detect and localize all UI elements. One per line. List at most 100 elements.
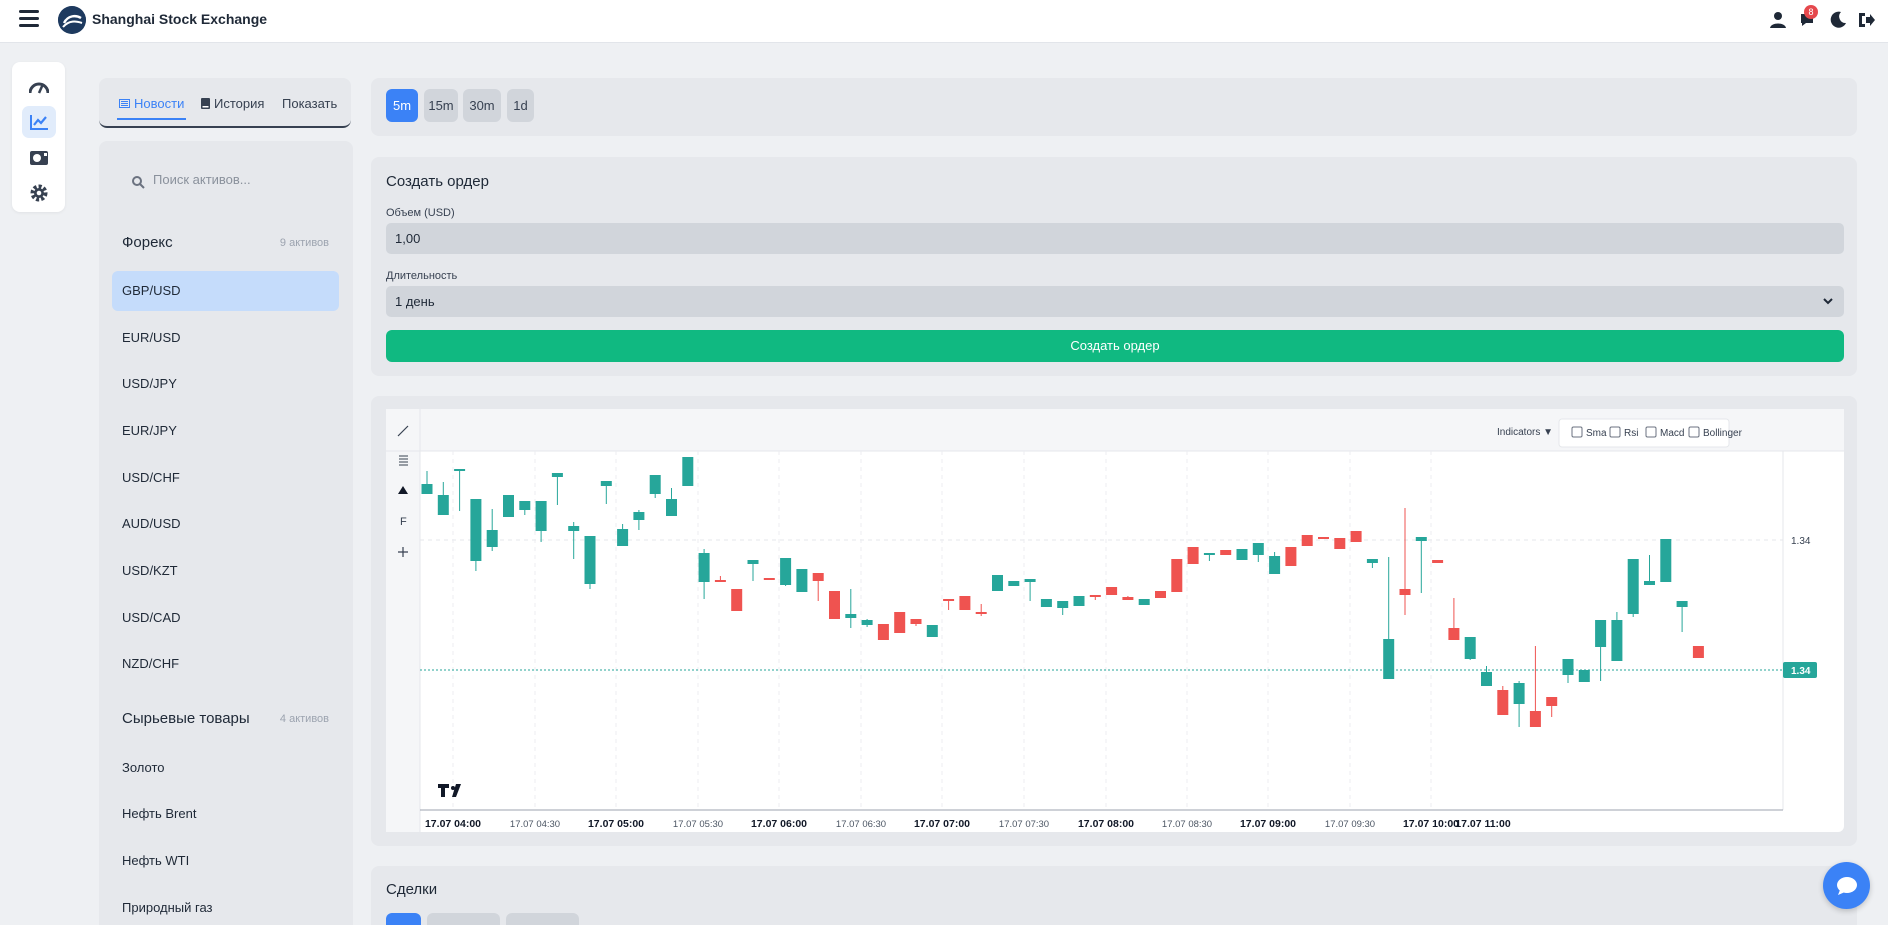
candle	[1171, 559, 1183, 592]
x-axis-label: 17.07 04:00	[425, 818, 481, 830]
candle	[1057, 601, 1069, 615]
candle	[470, 499, 482, 571]
candle	[454, 469, 466, 511]
indicators-dropdown[interactable]: Indicators ▼	[1497, 427, 1553, 438]
deals-title: Сделки	[386, 881, 438, 898]
candle	[666, 488, 677, 516]
x-axis-label: 17.07 08:30	[1162, 819, 1212, 830]
candle	[1089, 595, 1101, 600]
rail-settings[interactable]	[22, 177, 56, 209]
asset-usd-kzt[interactable]: USD/KZT	[112, 551, 339, 591]
asset-usd-cad[interactable]: USD/CAD	[112, 598, 339, 638]
candle	[617, 524, 629, 546]
x-axis-label: 17.07 08:00	[1078, 818, 1134, 830]
asset-aud-usd[interactable]: AUD/USD	[112, 504, 339, 544]
rail-chart[interactable]	[22, 106, 56, 138]
tab-show[interactable]: Показать	[282, 96, 337, 111]
asset-usd-chf[interactable]: USD/CHF	[112, 458, 339, 498]
candle	[584, 536, 596, 589]
deals-section: Сделки	[371, 866, 1857, 925]
candle	[861, 619, 873, 627]
deals-tab-1[interactable]	[386, 913, 421, 925]
candle	[1024, 579, 1036, 601]
fib-icon[interactable]: F	[400, 516, 407, 528]
candle	[1415, 537, 1427, 593]
candle	[568, 522, 580, 559]
candle	[1269, 552, 1281, 574]
menu-icon[interactable]	[19, 10, 39, 28]
asset-natural-gas[interactable]: Природный газ	[112, 888, 339, 925]
asset-usd-jpy[interactable]: USD/JPY	[112, 364, 339, 404]
candle	[1497, 686, 1509, 715]
active-tab-indicator	[117, 118, 186, 120]
candle	[1285, 547, 1297, 566]
candle	[600, 481, 612, 504]
deals-tab-3[interactable]	[506, 913, 579, 925]
search-input[interactable]	[153, 172, 323, 187]
candle	[926, 625, 938, 637]
asset-gold[interactable]: Золото	[112, 748, 339, 788]
timeframe-15m[interactable]: 15m	[424, 89, 458, 122]
logout-icon[interactable]	[1856, 10, 1876, 30]
user-icon[interactable]	[1768, 10, 1788, 30]
candle	[812, 573, 824, 601]
gear-icon	[30, 184, 48, 202]
newspaper-icon	[119, 99, 130, 108]
candle	[535, 501, 547, 542]
candle	[1187, 547, 1199, 564]
x-axis-label: 17.07 06:00	[751, 818, 807, 830]
timeframe-5m[interactable]: 5m	[386, 89, 418, 122]
candle	[1138, 599, 1150, 605]
tab-news[interactable]: Новости	[119, 96, 184, 111]
create-order-button[interactable]: Создать ордер	[386, 330, 1844, 362]
candle	[421, 471, 433, 494]
tab-history[interactable]: История	[201, 96, 264, 111]
asset-brent[interactable]: Нефть Brent	[112, 794, 339, 834]
svg-text:F: F	[400, 516, 407, 528]
deals-tab-2[interactable]	[427, 913, 500, 925]
candle	[1155, 591, 1166, 598]
rail-media[interactable]	[22, 142, 56, 174]
chat-button[interactable]	[1823, 862, 1870, 909]
volume-input[interactable]: 1,00	[386, 223, 1844, 254]
group-title-forex: Форекс	[122, 234, 173, 251]
x-axis-label: 17.07 06:30	[836, 819, 886, 830]
asset-eur-jpy[interactable]: EUR/JPY	[112, 411, 339, 451]
candle	[877, 624, 889, 640]
candle	[1448, 598, 1460, 640]
candle	[1399, 508, 1411, 615]
candle	[519, 501, 531, 515]
indicators-menu[interactable]: Indicators ▼	[1497, 427, 1553, 438]
order-title: Создать ордер	[386, 173, 489, 190]
last-price-label: 1.34	[1791, 666, 1811, 677]
candle	[1252, 543, 1264, 562]
asset-wti[interactable]: Нефть WTI	[112, 841, 339, 881]
candle	[649, 475, 661, 498]
candle	[1627, 559, 1639, 617]
asset-gbp-usd[interactable]: GBP/USD	[112, 271, 339, 311]
dashboard-icon	[29, 82, 49, 94]
order-form: Создать ордер Объем (USD) 1,00 Длительно…	[371, 157, 1857, 376]
indicator-macd[interactable]: Macd	[1645, 426, 1684, 439]
indicator-label: Bollinger	[1703, 428, 1743, 439]
candle	[747, 560, 759, 581]
candle	[1106, 587, 1118, 595]
rail-dashboard[interactable]	[22, 71, 56, 103]
timeframe-bar: 5m 15m 30m 1d	[371, 78, 1857, 136]
duration-select[interactable]: 1 день	[386, 286, 1844, 317]
group-title-commodities: Сырьевые товары	[122, 710, 250, 727]
indicator-bollinger[interactable]: Bollinger	[1688, 426, 1743, 439]
asset-eur-usd[interactable]: EUR/USD	[112, 318, 339, 358]
candle	[1236, 549, 1248, 560]
asset-nzd-chf[interactable]: NZD/CHF	[112, 644, 339, 684]
search-icon	[132, 176, 145, 189]
candle	[1676, 601, 1688, 632]
moon-icon[interactable]	[1828, 10, 1848, 30]
timeframe-1d[interactable]: 1d	[507, 89, 534, 122]
chart-line-icon	[30, 115, 48, 130]
timeframe-30m[interactable]: 30m	[463, 89, 501, 122]
price-chart[interactable]: F Indicators ▼ Sma Rsi Macd Bollinger 17.07…	[386, 409, 1844, 832]
indicator-sma[interactable]: Sma	[1571, 426, 1607, 439]
indicator-rsi[interactable]: Rsi	[1609, 426, 1638, 439]
candle	[1073, 596, 1085, 606]
